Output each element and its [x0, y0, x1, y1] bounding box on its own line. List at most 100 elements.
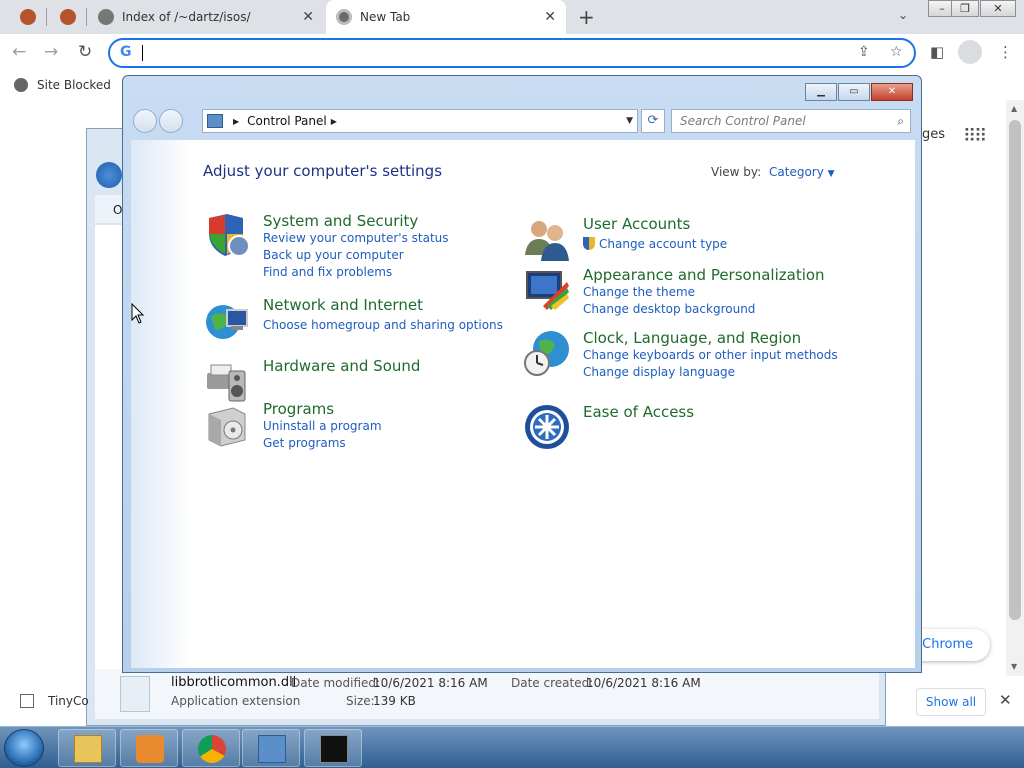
breadcrumb[interactable]: ▶ Control Panel ▶ ▼ — [202, 109, 638, 133]
view-by-label: View by: — [711, 165, 762, 179]
page-scrollbar[interactable]: ▲ ▼ — [1006, 100, 1024, 676]
bookmark-label: Site Blocked — [37, 78, 111, 92]
link-change-display-language[interactable]: Change display language — [583, 365, 735, 379]
link-get-programs[interactable]: Get programs — [263, 436, 346, 450]
view-by-dropdown[interactable]: Category ▼ — [769, 165, 835, 179]
globe-icon — [14, 78, 28, 92]
link-uninstall[interactable]: Uninstall a program — [263, 419, 382, 433]
restore-button[interactable]: ❐ — [951, 0, 979, 17]
close-button[interactable]: ✕ — [871, 83, 913, 101]
category-heading[interactable]: Appearance and Personalization — [583, 266, 825, 284]
link-change-keyboards[interactable]: Change keyboards or other input methods — [583, 348, 838, 362]
tab-new-tab[interactable]: New Tab ✕ — [326, 0, 566, 34]
back-icon[interactable] — [133, 109, 157, 133]
link-change-account-type[interactable]: Change account type — [583, 237, 727, 251]
bookmark-star-icon[interactable]: ☆ — [890, 44, 903, 60]
share-icon[interactable]: ⇪ — [858, 44, 870, 60]
refresh-icon[interactable]: ⟳ — [641, 109, 665, 133]
breadcrumb-control-panel[interactable]: Control Panel — [247, 114, 327, 128]
taskbar-control-panel[interactable] — [242, 729, 300, 767]
browser-toolbar: ← → ↻ G ⇪ ☆ ◧ ⋮ — [0, 34, 1024, 72]
close-icon[interactable]: ✕ — [544, 9, 556, 25]
bookmark-site-blocked[interactable]: Site Blocked — [14, 78, 111, 92]
link-review-status[interactable]: Review your computer's status — [263, 231, 449, 245]
tab-2[interactable] — [50, 0, 88, 34]
link-find-fix[interactable]: Find and fix problems — [263, 265, 392, 279]
tab-1[interactable] — [10, 0, 48, 34]
page-title: Adjust your computer's settings — [203, 162, 443, 180]
menu-icon[interactable]: ⋮ — [998, 43, 1013, 61]
maximize-button[interactable]: ▭ — [838, 83, 870, 101]
tab-strip: Index of /~dartz/isos/ ✕ New Tab ✕ + ⌄ –… — [0, 0, 1024, 34]
monitor-paint-icon — [526, 271, 569, 310]
link-change-background[interactable]: Change desktop background — [583, 302, 755, 316]
scrollbar-thumb[interactable] — [1009, 120, 1021, 620]
file-icon — [20, 694, 34, 708]
close-window-button[interactable]: ✕ — [980, 0, 1016, 17]
tab-title: New Tab — [360, 10, 411, 24]
start-button[interactable] — [4, 729, 44, 767]
forward-icon[interactable]: → — [44, 42, 58, 62]
control-panel-window: ▁ ▭ ✕ ▶ Control Panel ▶ ▼ ⟳ Search Contr… — [122, 75, 922, 673]
profile-avatar[interactable] — [958, 40, 982, 64]
back-icon[interactable]: ← — [12, 42, 26, 62]
scroll-up-icon[interactable]: ▲ — [1011, 104, 1017, 113]
taskbar-chrome[interactable] — [182, 729, 240, 767]
search-input[interactable]: Search Control Panel ⌕ — [671, 109, 911, 133]
download-bar: TinyCo Show all ✕ — [0, 676, 1024, 726]
page-icon — [98, 9, 114, 25]
scroll-down-icon[interactable]: ▼ — [1011, 662, 1017, 671]
address-bar[interactable]: G ⇪ ☆ — [108, 38, 916, 68]
link-back-up[interactable]: Back up your computer — [263, 248, 404, 262]
back-icon[interactable] — [96, 162, 122, 188]
taskbar-media-player[interactable] — [120, 729, 178, 767]
taskbar-command-prompt[interactable] — [304, 729, 362, 767]
category-heading[interactable]: Clock, Language, and Region — [583, 329, 801, 347]
page-text: ges — [922, 127, 946, 142]
text-caret — [142, 45, 143, 61]
printer-speaker-icon — [207, 364, 246, 402]
chrome-icon — [198, 735, 226, 763]
uac-shield-icon — [583, 237, 595, 250]
firefox-icon — [20, 9, 36, 25]
link-homegroup[interactable]: Choose homegroup and sharing options — [263, 318, 503, 332]
programs-box-icon — [208, 407, 246, 447]
tab-index-isos[interactable]: Index of /~dartz/isos/ ✕ — [88, 0, 324, 34]
chevron-down-icon[interactable]: ▼ — [626, 116, 633, 126]
media-player-icon — [136, 735, 164, 763]
category-heading[interactable]: Network and Internet — [263, 296, 423, 314]
apps-icon[interactable]: ⠿⠿ — [963, 126, 987, 147]
taskbar-explorer[interactable] — [58, 729, 116, 767]
tab-separator — [46, 8, 47, 26]
download-item-label: TinyCo — [48, 694, 89, 708]
mouse-cursor-icon — [131, 303, 145, 324]
new-tab-button[interactable]: + — [578, 5, 595, 29]
category-heading[interactable]: Ease of Access — [583, 403, 694, 421]
category-heading[interactable]: Programs — [263, 400, 334, 418]
category-heading[interactable]: User Accounts — [583, 215, 690, 233]
left-gradient — [131, 140, 191, 668]
chevron-right-icon[interactable]: ▶ — [331, 117, 337, 126]
search-placeholder: Search Control Panel — [680, 114, 806, 128]
category-heading[interactable]: Hardware and Sound — [263, 357, 420, 375]
forward-icon[interactable] — [159, 109, 183, 133]
chevron-down-icon[interactable]: ⌄ — [898, 8, 908, 22]
show-all-button[interactable]: Show all — [916, 688, 986, 716]
download-item[interactable]: TinyCo — [20, 694, 89, 708]
chevron-right-icon[interactable]: ▶ — [233, 117, 239, 126]
link-change-theme[interactable]: Change the theme — [583, 285, 695, 299]
users-icon — [525, 221, 569, 261]
search-icon[interactable]: ⌕ — [897, 110, 904, 132]
reload-icon[interactable]: ↻ — [78, 42, 92, 62]
minimize-button[interactable]: ▁ — [805, 83, 837, 101]
side-panel-icon[interactable]: ◧ — [930, 43, 944, 61]
chevron-down-icon: ▼ — [827, 169, 835, 179]
tab-title: Index of /~dartz/isos/ — [122, 10, 251, 24]
ease-of-access-icon — [525, 405, 569, 449]
close-icon[interactable]: ✕ — [302, 9, 314, 25]
category-heading[interactable]: System and Security — [263, 212, 418, 230]
folder-icon — [74, 735, 102, 763]
tab-separator — [86, 8, 87, 26]
close-icon[interactable]: ✕ — [999, 691, 1012, 709]
shield-icon — [209, 214, 250, 257]
